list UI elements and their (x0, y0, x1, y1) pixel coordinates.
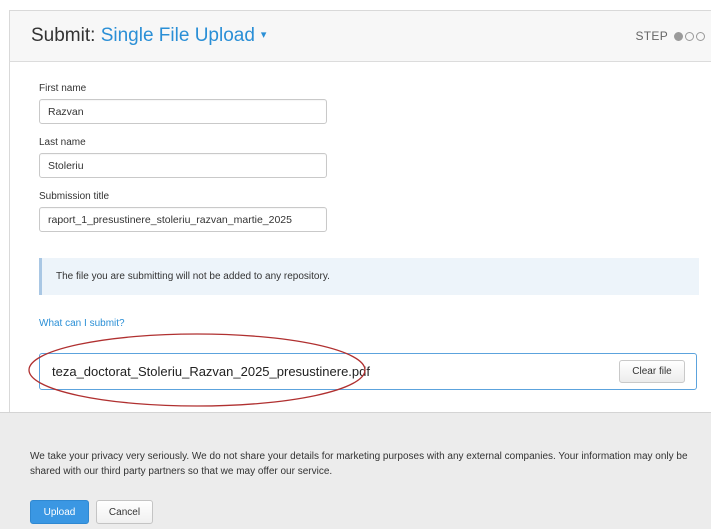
title-prefix: Submit: (31, 25, 101, 46)
submission-title-label: Submission title (39, 191, 110, 202)
submission-header: Submit: Single File Upload ▾ STEP (9, 10, 711, 62)
upload-form-panel: First name Razvan Last name Stoleriu Sub… (9, 62, 711, 412)
selected-file-box: teza_doctorat_Stoleriu_Razvan_2025_presu… (39, 353, 697, 390)
first-name-label: First name (39, 83, 87, 94)
first-name-field[interactable]: Razvan (39, 99, 327, 124)
last-name-field[interactable]: Stoleriu (39, 153, 327, 178)
repository-info-message: The file you are submitting will not be … (39, 258, 699, 295)
step-dot-3 (696, 31, 705, 41)
step-indicator: STEP (635, 29, 705, 43)
step-label: STEP (635, 29, 668, 43)
last-name-label: Last name (39, 137, 86, 148)
step-dot-2 (685, 31, 694, 41)
upload-button[interactable]: Upload (30, 500, 89, 524)
selected-file-name: teza_doctorat_Stoleriu_Razvan_2025_presu… (52, 364, 370, 379)
upload-type-label: Single File Upload (100, 25, 255, 46)
submission-title-field[interactable]: raport_1_presustinere_stoleriu_razvan_ma… (39, 207, 327, 232)
cancel-button[interactable]: Cancel (96, 500, 153, 524)
page-title: Submit: Single File Upload ▾ (31, 25, 266, 47)
privacy-notice: We take your privacy very seriously. We … (30, 451, 688, 477)
what-can-i-submit-link[interactable]: What can I submit? (39, 318, 125, 329)
chevron-down-icon: ▾ (260, 29, 267, 41)
page-footer: We take your privacy very seriously. We … (0, 412, 711, 529)
step-dot-1 (674, 31, 683, 41)
clear-file-button[interactable]: Clear file (619, 360, 685, 383)
upload-type-dropdown[interactable]: Single File Upload ▾ (101, 25, 267, 46)
